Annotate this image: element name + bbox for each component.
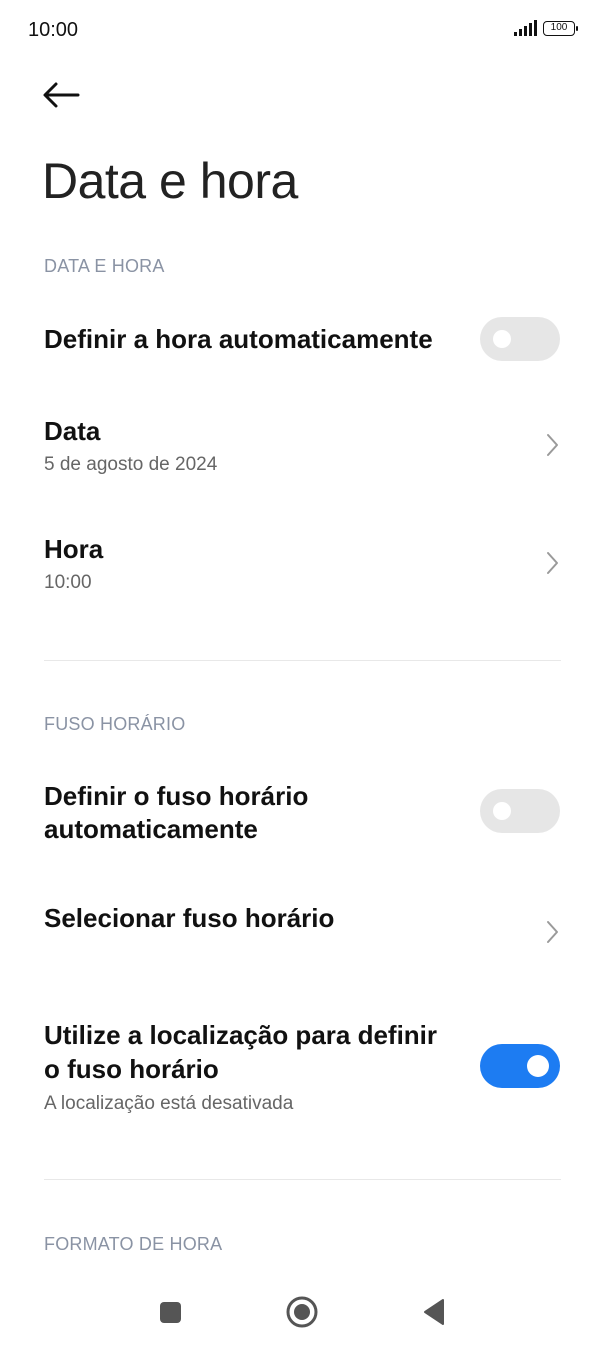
status-time: 10:00: [28, 19, 79, 41]
date-value: 5 de agosto de 2024: [44, 454, 218, 475]
navigation-bar: [0, 1278, 605, 1346]
divider: [44, 1179, 561, 1180]
use-location-label-line2: o fuso horário: [44, 1054, 219, 1084]
battery-icon: 100: [543, 20, 578, 36]
section-header-time-zone: FUSO HORÁRIO: [44, 714, 186, 734]
select-zone-row[interactable]: Selecionar fuso horário: [0, 890, 605, 970]
time-label: Hora: [44, 534, 104, 564]
toggle-knob: [527, 1055, 549, 1077]
arrow-left-icon: [43, 82, 80, 108]
chevron-right-icon: [547, 434, 558, 456]
toggle-knob: [493, 802, 511, 820]
auto-time-label: Definir a hora automaticamente: [44, 324, 433, 354]
recents-button[interactable]: [150, 1292, 190, 1332]
toggle-knob: [493, 330, 511, 348]
use-location-label-line1: Utilize a localização para definir: [44, 1020, 438, 1050]
chevron-right-icon: [547, 552, 558, 574]
use-location-toggle[interactable]: [480, 1044, 560, 1088]
home-button[interactable]: [282, 1292, 322, 1332]
use-location-row[interactable]: Utilize a localização para definir o fus…: [0, 1010, 605, 1120]
chevron-right-icon: [547, 921, 558, 943]
use-location-subtitle: A localização está desativada: [44, 1093, 294, 1114]
signal-icon: [514, 20, 537, 36]
back-button[interactable]: [38, 76, 84, 116]
page-title: Data e hora: [42, 153, 298, 209]
auto-time-toggle[interactable]: [480, 317, 560, 361]
status-icons: 100: [514, 20, 578, 36]
auto-zone-row[interactable]: Definir o fuso horário automaticamente: [0, 770, 605, 854]
select-zone-label: Selecionar fuso horário: [44, 903, 335, 933]
time-row[interactable]: Hora 10:00: [0, 523, 605, 613]
divider: [44, 660, 561, 661]
status-bar: 10:00 100: [0, 0, 605, 60]
date-row[interactable]: Data 5 de agosto de 2024: [0, 405, 605, 495]
auto-time-row[interactable]: Definir a hora automaticamente: [0, 305, 605, 377]
section-header-date-time: DATA E HORA: [44, 256, 165, 276]
triangle-back-icon: [424, 1299, 444, 1325]
time-value: 10:00: [44, 572, 92, 593]
auto-zone-toggle[interactable]: [480, 789, 560, 833]
square-recents-icon: [160, 1302, 181, 1323]
auto-zone-label-line2: automaticamente: [44, 814, 258, 844]
date-label: Data: [44, 416, 101, 446]
auto-zone-label-line1: Definir o fuso horário: [44, 781, 309, 811]
circle-home-icon: [286, 1296, 318, 1328]
back-nav-button[interactable]: [414, 1292, 454, 1332]
section-header-time-format: FORMATO DE HORA: [44, 1234, 223, 1254]
